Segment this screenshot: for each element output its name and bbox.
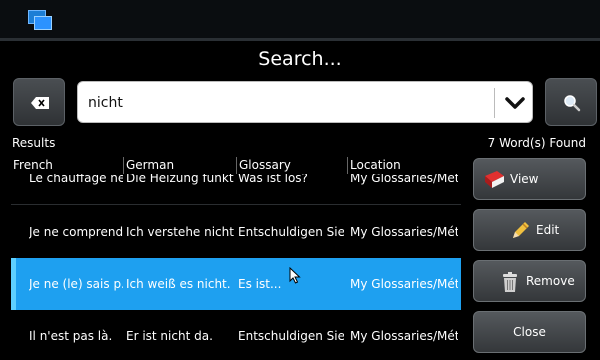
- cell-german: Ich verstehe nicht.: [126, 225, 234, 239]
- results-count: 7 Word(s) Found: [487, 136, 586, 150]
- clear-search-button[interactable]: [13, 78, 65, 126]
- chevron-down-icon[interactable]: [502, 90, 528, 116]
- app-windows-icon[interactable]: [28, 10, 52, 30]
- field-divider: [494, 88, 495, 118]
- table-row-selected[interactable]: Je ne (le) sais p... Ich weiß es nicht. …: [11, 258, 461, 310]
- cell-glossary: Entschuldigen Sie, ...: [238, 225, 344, 239]
- mouse-pointer-icon: [289, 267, 301, 284]
- book-icon: [485, 171, 504, 188]
- view-glossary-label: View Glossary: [510, 172, 562, 226]
- cell-glossary: Es ist...: [238, 277, 282, 291]
- edit-label: Edit: [536, 223, 560, 237]
- cell-french: Je ne (le) sais p...: [29, 277, 123, 291]
- results-label: Results: [12, 136, 56, 150]
- remove-button[interactable]: Remove: [473, 260, 586, 302]
- cell-french: Je ne comprend...: [29, 225, 123, 239]
- remove-label: Remove: [526, 274, 575, 288]
- search-field[interactable]: [77, 81, 533, 123]
- cell-german: Die Heizung funkti...: [126, 174, 234, 185]
- cell-location: My Glossaries/Mét...: [350, 329, 458, 343]
- status-bar: [0, 0, 600, 38]
- table-header: French German Glossary Location: [11, 157, 461, 174]
- row-divider: [11, 204, 461, 205]
- column-header-german[interactable]: German: [124, 157, 236, 174]
- cell-location: My Glossaries/Mét...: [350, 174, 458, 185]
- close-label: Close: [513, 325, 546, 339]
- column-header-french[interactable]: French: [11, 157, 123, 174]
- cell-location: My Glossaries/Mét...: [350, 277, 458, 291]
- column-header-location[interactable]: Location: [348, 157, 461, 174]
- cell-french: Le chauffage ne...: [29, 174, 123, 185]
- table-row[interactable]: Il n'est pas là. Er ist nicht da. Entsch…: [11, 310, 461, 360]
- pencil-icon: [513, 222, 529, 238]
- cell-glossary: Entschuldigen Sie, ...: [238, 329, 344, 343]
- close-button[interactable]: Close: [473, 311, 586, 353]
- search-button[interactable]: [545, 78, 597, 126]
- table-row[interactable]: Le chauffage ne... Die Heizung funkti...…: [11, 174, 461, 204]
- edit-button[interactable]: Edit: [473, 209, 586, 251]
- table-row[interactable]: Je ne comprend... Ich verstehe nicht. En…: [11, 206, 461, 258]
- cell-german: Er ist nicht da.: [126, 329, 213, 343]
- clear-text-icon: [31, 97, 49, 109]
- dialog-title: Search...: [258, 48, 342, 70]
- column-header-glossary[interactable]: Glossary: [237, 157, 347, 174]
- magnifier-icon: [564, 95, 581, 112]
- cell-glossary: Was ist los?: [238, 174, 308, 185]
- view-glossary-button[interactable]: View Glossary: [473, 158, 586, 226]
- selection-accent: [11, 258, 16, 310]
- cell-german: Ich weiß es nicht.: [126, 277, 231, 291]
- search-input[interactable]: [88, 92, 488, 114]
- cell-french: Il n'est pas là.: [29, 329, 113, 343]
- trash-icon: [503, 272, 517, 292]
- results-list[interactable]: Le chauffage ne... Die Heizung funkti...…: [11, 174, 461, 360]
- top-divider: [0, 38, 600, 41]
- cell-location: My Glossaries/Mét...: [350, 225, 458, 239]
